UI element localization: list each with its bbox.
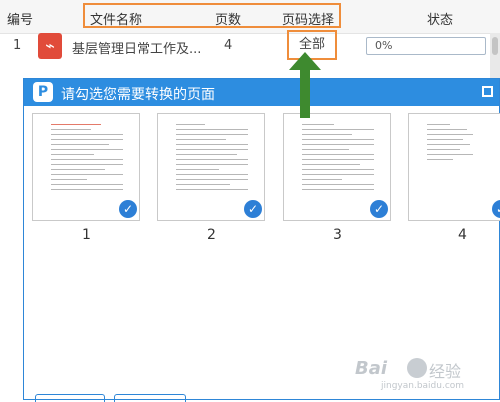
progress-bar: 0% bbox=[366, 37, 486, 55]
page-number-label: 1 bbox=[82, 227, 91, 243]
page-text-preview bbox=[176, 124, 248, 194]
dialog-button[interactable] bbox=[114, 394, 186, 402]
dialog-button[interactable] bbox=[35, 394, 105, 402]
checkmark-icon[interactable]: ✓ bbox=[492, 200, 500, 218]
checkmark-icon[interactable]: ✓ bbox=[119, 200, 137, 218]
scrollbar[interactable] bbox=[490, 33, 500, 81]
file-name: 基层管理日常工作及... bbox=[72, 42, 202, 57]
progress-label: 0% bbox=[375, 39, 393, 52]
paw-icon bbox=[407, 358, 427, 378]
app-logo-icon: P bbox=[33, 82, 53, 102]
checkmark-icon[interactable]: ✓ bbox=[244, 200, 262, 218]
page-text-preview bbox=[302, 124, 374, 194]
page-number-label: 3 bbox=[333, 227, 342, 243]
pdf-icon: ⌁ bbox=[38, 33, 62, 59]
page-thumbnail-2[interactable]: ✓ bbox=[157, 113, 265, 221]
page-thumbnail-4[interactable]: ✓ bbox=[408, 113, 500, 221]
page-number-label: 2 bbox=[207, 227, 216, 243]
scrollbar-thumb[interactable] bbox=[492, 37, 498, 55]
row-number: 1 bbox=[13, 38, 22, 53]
watermark-logo: Bai bbox=[355, 358, 388, 379]
page-thumbnail-1[interactable]: ✓ bbox=[32, 113, 140, 221]
watermark-url: jingyan.baidu.com bbox=[381, 381, 465, 391]
annotation-arrow bbox=[289, 52, 321, 118]
page-thumbnail-3[interactable]: ✓ bbox=[283, 113, 391, 221]
column-header-status[interactable]: 状态 bbox=[427, 9, 453, 28]
column-header-number: 编号 bbox=[7, 13, 34, 28]
page-number-label: 4 bbox=[458, 227, 467, 243]
header-highlight-box bbox=[83, 3, 341, 28]
maximize-icon[interactable] bbox=[482, 86, 493, 97]
page-count: 4 bbox=[224, 38, 233, 53]
page-text-preview bbox=[427, 124, 493, 164]
baidu-watermark: Bai 经验 jingyan.baidu.com bbox=[355, 356, 495, 396]
dialog-title: 请勾选您需要转换的页面 bbox=[61, 87, 215, 103]
watermark-text: 经验 bbox=[429, 362, 462, 381]
checkmark-icon[interactable]: ✓ bbox=[370, 200, 388, 218]
dialog-titlebar: P 请勾选您需要转换的页面 bbox=[24, 79, 499, 106]
page-text-preview bbox=[51, 124, 123, 194]
